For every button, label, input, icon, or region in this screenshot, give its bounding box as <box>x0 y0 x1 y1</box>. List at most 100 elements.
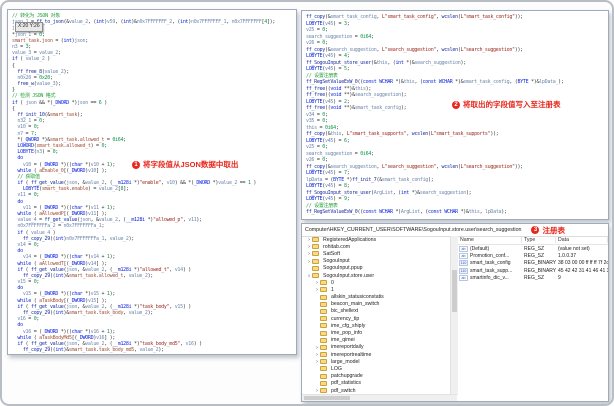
code-line: json_1 = ff_to_json(&value_2, (int)v59, … <box>12 19 276 26</box>
folder-icon <box>320 294 327 300</box>
folder-icon <box>320 330 327 336</box>
code-line: ff_RegSetValueExW_0((const WCHAR *)ArgLi… <box>306 209 507 215</box>
tree-item-label: RegisteredApplications <box>323 236 377 243</box>
tree-item-label: pdf_statistics <box>331 380 361 387</box>
tree-item-allskin-statusiconstatis[interactable]: allskin_statusiconstatis <box>302 294 450 301</box>
regedit-panel: Computer\HKEY_CURRENT_USER\SOFTWARE\Sogo… <box>301 223 609 402</box>
tree-item-sogouinput-store-user[interactable]: v SogouInput.store.user <box>302 272 450 279</box>
pseudocode-right: ff_copy(&smart_task_config, L"smart_task… <box>302 11 608 216</box>
value-name: smart_task_config <box>470 260 511 267</box>
circled-number-2-icon: 2 <box>452 100 460 109</box>
tree-item-sogouinput[interactable]: > SogouInput <box>302 258 450 265</box>
folder-icon <box>320 380 327 386</box>
reg-sz-icon: ab <box>459 274 468 281</box>
annotation-3-text: 注册表 <box>542 225 565 235</box>
tree-item-label: imereportdaily <box>331 344 364 351</box>
value-row-smartinfo-dic-v-[interactable]: ab smartinfo_dic_v... REG_SZ 9 <box>458 274 608 281</box>
value-name: Promotion_conf... <box>470 252 510 259</box>
tree-item-bic-shellext[interactable]: bic_shellext <box>302 308 450 315</box>
column-header-data[interactable]: Data <box>556 237 608 243</box>
code-line: ff_copy_29((int)&smart_task.task_body_md… <box>22 347 164 354</box>
tree-item-label: beacon_main_switch <box>331 301 380 308</box>
values-header-row: Name Type Data <box>458 236 608 245</box>
tree-item-1[interactable]: >1 <box>302 286 450 293</box>
column-header-name[interactable]: Name <box>458 237 522 243</box>
tree-item-sogouinput-ppup[interactable]: SogouInput.ppup <box>302 265 450 272</box>
tree-item-label: currency_tip <box>331 315 360 322</box>
tree-item-imereportrealtime[interactable]: > imereportrealtime <box>302 351 450 358</box>
tree-item-label: ime_qimei <box>331 337 355 344</box>
folder-icon <box>320 373 327 379</box>
tree-item-label: imereportrealtime <box>331 351 372 358</box>
tree-item-rohitab-com[interactable]: > rohitab.com <box>302 243 450 250</box>
folder-icon <box>320 280 327 286</box>
tree-scrollbar-vertical[interactable] <box>450 236 458 395</box>
value-name: smartinfo_dic_v... <box>470 274 509 281</box>
annotation-2-text: 将取出的字段值写入至注册表 <box>463 100 561 109</box>
annotation-2: 2 将取出的字段值写入至注册表 <box>452 99 561 110</box>
folder-icon <box>320 287 327 293</box>
tree-item-label: pdf_switch <box>331 387 356 394</box>
tree-item-label: ime_pop_info <box>331 330 363 337</box>
tree-item-label: SogouInput.store.user <box>323 272 375 279</box>
tree-item-0[interactable]: >0 <box>302 279 450 286</box>
reg-sz-icon: ab <box>459 245 468 252</box>
tree-item-patchupgrade[interactable]: patchupgrade <box>302 373 450 380</box>
value-data: 38 03 00 00 ff ff ff 7f 2c 00 02 00 02 0… <box>558 260 608 267</box>
folder-icon <box>312 251 319 257</box>
value-row-promotion-conf-[interactable]: ab Promotion_conf... REG_SZ 1.0.0.37 <box>458 252 608 259</box>
value-row-smart-task-config[interactable]: 110 smart_task_config REG_BINARY 38 03 00 0… <box>458 260 608 267</box>
tree-item-label: 1 <box>331 286 334 293</box>
tree-item-large-model[interactable]: > large_model <box>302 358 450 365</box>
value-type: REG_BINARY <box>524 260 556 267</box>
tree-item-log[interactable]: LOG <box>302 365 450 372</box>
tree-item-ime-pop-info[interactable]: ime_pop_info <box>302 329 450 336</box>
folder-icon <box>320 323 327 329</box>
regedit-tree: > RegisteredApplications > rohitab.com > SatS… <box>302 236 450 395</box>
folder-icon <box>320 301 327 307</box>
value-data: 45 42 42 31 41 46 41 33 42 30 36 37 44 4… <box>558 267 608 274</box>
regedit-values-list: Name Type Data ab (Default) REG_SZ (value n… <box>458 236 608 401</box>
folder-icon <box>320 366 327 372</box>
folder-icon <box>320 388 327 394</box>
folder-icon <box>320 359 327 365</box>
tree-item-label: ime_cfg_shiply <box>331 322 366 329</box>
value-type: REG_SZ <box>524 274 545 281</box>
value-data: (value not set) <box>558 245 590 252</box>
tree-item-label: rohitab.com <box>323 243 351 250</box>
tree-item-label: bic_shellext <box>331 308 359 315</box>
tree-item-label: SogouInput <box>323 258 350 265</box>
circled-number-1-icon: 1 <box>132 160 140 169</box>
tree-item-pdf-statistics[interactable]: pdf_statistics <box>302 380 450 387</box>
tree-item-label: large_model <box>331 358 360 365</box>
value-type: REG_SZ <box>524 252 545 259</box>
tree-item-satsoft[interactable]: > SatSoft <box>302 250 450 257</box>
tree-item-label: allskin_statusiconstatis <box>331 294 384 301</box>
folder-icon <box>320 337 327 343</box>
circled-number-3-icon: 3 <box>531 226 540 234</box>
folder-icon <box>320 316 327 322</box>
tree-item-ime-qimei[interactable]: ime_qimei <box>302 337 450 344</box>
ida-pseudocode-panel-left: // 转化为 JSON 对象json_1 = ff_to_json(&value… <box>7 9 297 355</box>
tree-item-ime-cfg-shiply[interactable]: ime_cfg_shiply <box>302 322 450 329</box>
tree-item-label: SatSoft <box>323 250 341 257</box>
folder-icon <box>320 308 327 314</box>
folder-icon <box>312 237 319 243</box>
value-row--default-[interactable]: ab (Default) REG_SZ (value not set) <box>458 245 608 252</box>
tree-item-registeredapplications[interactable]: > RegisteredApplications <box>302 236 450 243</box>
tree-scrollbar-horizontal[interactable] <box>302 394 457 401</box>
column-header-type[interactable]: Type <box>522 237 556 243</box>
folder-icon <box>320 344 327 350</box>
ida-pseudocode-panel-right: ff_copy(&smart_task_config, L"smart_task… <box>301 10 609 220</box>
tree-item-beacon-main-switch[interactable]: beacon_main_switch <box>302 301 450 308</box>
tree-item-currency-tip[interactable]: currency_tip <box>302 315 450 322</box>
reg-binary-icon: 110 <box>459 267 468 274</box>
value-row-smart-task-supp-[interactable]: 110 smart_task_supp... REG_BINARY 45 42 42 … <box>458 267 608 274</box>
code-line: ff_RegSetValueExW_0((const WCHAR *)&this… <box>306 79 564 85</box>
scrollbar-thumb[interactable] <box>304 396 350 400</box>
registry-path: Computer\HKEY_CURRENT_USER\SOFTWARE\Sogo… <box>305 227 522 233</box>
tree-item-imereportdaily[interactable]: > imereportdaily <box>302 344 450 351</box>
tree-item-label: LOG <box>331 365 342 372</box>
scrollbar-thumb[interactable] <box>452 270 457 312</box>
annotation-1: 1 将字段值从JSON数据中取出 <box>132 159 238 170</box>
